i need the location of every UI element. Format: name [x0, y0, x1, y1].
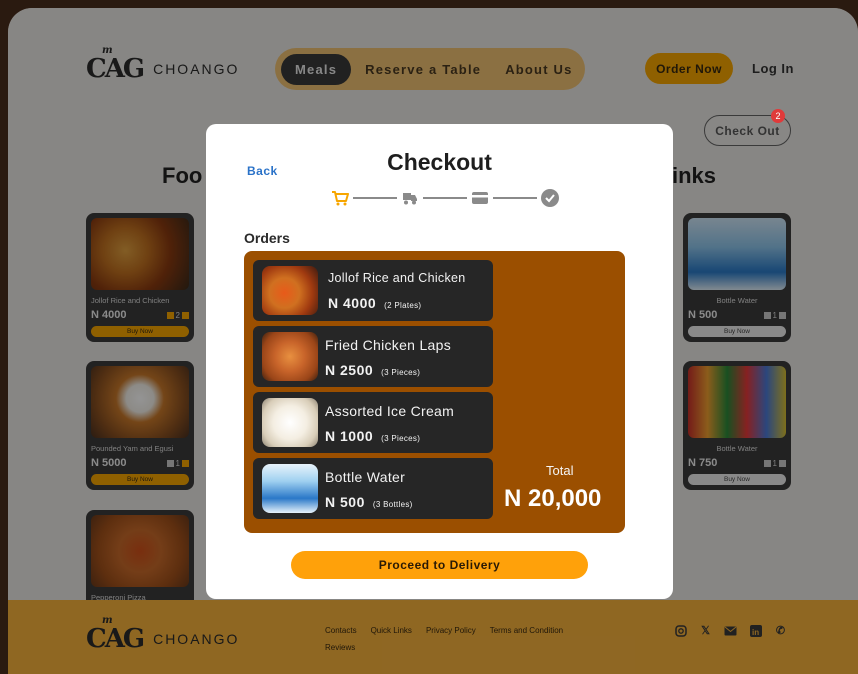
order-name: Assorted Ice Cream [325, 403, 455, 419]
food-card: Jollof Rice and Chicken N 4000 2 Buy Now [86, 213, 194, 342]
instagram-icon[interactable] [674, 624, 687, 637]
buy-now-button[interactable]: Buy Now [91, 326, 189, 337]
footer: m CAG CHOANGO Contacts Quick Links Privac… [8, 600, 858, 674]
proceed-to-delivery-button[interactable]: Proceed to Delivery [291, 551, 588, 579]
drink-card: Bottle Water N 500 1 Buy Now [683, 213, 791, 342]
order-name: Jollof Rice and Chicken [328, 271, 466, 285]
order-price: N 1000 (3 Pieces) [325, 428, 421, 444]
order-item: Fried Chicken Laps N 2500 (3 Pieces) [253, 326, 493, 387]
quantity-stepper[interactable]: 1 [166, 459, 189, 468]
social-links: 𝕏 in ✆ [674, 624, 787, 637]
nav-meals[interactable]: Meals [281, 53, 352, 85]
pizza-image [91, 515, 189, 587]
card-price: N 4000 [91, 309, 127, 321]
food-section-title: Foo [162, 163, 203, 188]
total-value: N 20,000 [504, 485, 602, 512]
card-name: Jollof Rice and Chicken [91, 296, 170, 305]
modal-title: Checkout [387, 149, 492, 175]
footer-link-terms[interactable]: Terms and Condition [490, 626, 563, 635]
checkout-stepper [330, 188, 560, 208]
footer-link-quick-links[interactable]: Quick Links [371, 626, 412, 635]
phone-icon[interactable]: ✆ [774, 624, 787, 637]
footer-link-privacy[interactable]: Privacy Policy [426, 626, 476, 635]
card-price: N 500 [688, 309, 718, 321]
login-link[interactable]: Log In [752, 61, 794, 76]
orders-label: Orders [244, 230, 290, 246]
logo-mark: m CAG [86, 45, 145, 84]
order-item: Bottle Water N 500 (3 Bottles) [253, 458, 493, 519]
order-thumbnail [262, 398, 318, 447]
step-connector [423, 197, 467, 199]
cart-icon [330, 188, 350, 208]
water-image [688, 218, 786, 290]
logo-mark: m CAG [86, 615, 145, 654]
quantity-stepper[interactable]: 1 [763, 311, 786, 320]
card-name: Bottle Water [716, 444, 758, 453]
card-price: N 750 [688, 457, 718, 469]
drinks-section-title: inks [672, 163, 717, 188]
checkout-modal: Back Checkout Orders Jollof Rice and Chi… [206, 124, 673, 599]
order-quantity: (3 Pieces) [381, 368, 421, 377]
total-label: Total [546, 463, 574, 478]
food-card: Pepperoni Pizza [86, 510, 194, 610]
card-name: Bottle Water [716, 296, 758, 305]
footer-links: Contacts Quick Links Privacy Policy Term… [325, 626, 563, 635]
mail-icon[interactable] [724, 624, 737, 637]
orders-panel: Jollof Rice and Chicken N 4000 (2 Plates)… [244, 251, 625, 533]
order-price: N 2500 (3 Pieces) [325, 362, 421, 378]
card-name: Pounded Yam and Egusi [91, 444, 174, 453]
buy-now-button[interactable]: Buy Now [688, 474, 786, 485]
x-icon[interactable]: 𝕏 [699, 624, 712, 637]
check-icon [540, 188, 560, 208]
linkedin-icon[interactable]: in [749, 624, 762, 637]
card-price: N 5000 [91, 457, 127, 469]
order-now-button[interactable]: Order Now [645, 53, 733, 84]
order-quantity: (3 Pieces) [381, 434, 421, 443]
card-icon [470, 188, 490, 208]
step-connector [493, 197, 537, 199]
order-thumbnail [262, 464, 318, 513]
nav-reserve-table[interactable]: Reserve a Table [355, 54, 491, 85]
order-price: N 4000 (2 Plates) [328, 295, 422, 311]
quantity-stepper[interactable]: 2 [166, 311, 189, 320]
order-quantity: (2 Plates) [384, 301, 422, 310]
brand-name: CHOANGO [153, 631, 240, 647]
svg-text:in: in [752, 628, 759, 637]
order-thumbnail [262, 332, 318, 381]
delivery-icon [400, 188, 420, 208]
step-connector [353, 197, 397, 199]
footer-link-reviews[interactable]: Reviews [325, 643, 355, 652]
buy-now-button[interactable]: Buy Now [91, 474, 189, 485]
cart-count-badge: 2 [771, 109, 785, 123]
main-nav: Meals Reserve a Table About Us [275, 48, 585, 90]
jollof-image [91, 218, 189, 290]
brand-logo[interactable]: m CAG CHOANGO [86, 45, 240, 84]
food-card: Pounded Yam and Egusi N 5000 1 Buy Now [86, 361, 194, 490]
brand-name: CHOANGO [153, 61, 240, 77]
order-name: Bottle Water [325, 469, 406, 485]
footer-link-contacts[interactable]: Contacts [325, 626, 357, 635]
order-item: Assorted Ice Cream N 1000 (3 Pieces) [253, 392, 493, 453]
nav-about-us[interactable]: About Us [495, 54, 582, 85]
soft-drinks-image [688, 366, 786, 438]
order-quantity: (3 Bottles) [372, 500, 413, 509]
pounded-yam-image [91, 366, 189, 438]
footer-brand[interactable]: m CAG CHOANGO [86, 615, 240, 654]
buy-now-button[interactable]: Buy Now [688, 326, 786, 337]
order-price: N 500 (3 Bottles) [325, 494, 413, 510]
order-thumbnail [262, 266, 318, 315]
quantity-stepper[interactable]: 1 [763, 459, 786, 468]
drink-card: Bottle Water N 750 1 Buy Now [683, 361, 791, 490]
order-item: Jollof Rice and Chicken N 4000 (2 Plates) [253, 260, 493, 321]
order-name: Fried Chicken Laps [325, 337, 452, 353]
